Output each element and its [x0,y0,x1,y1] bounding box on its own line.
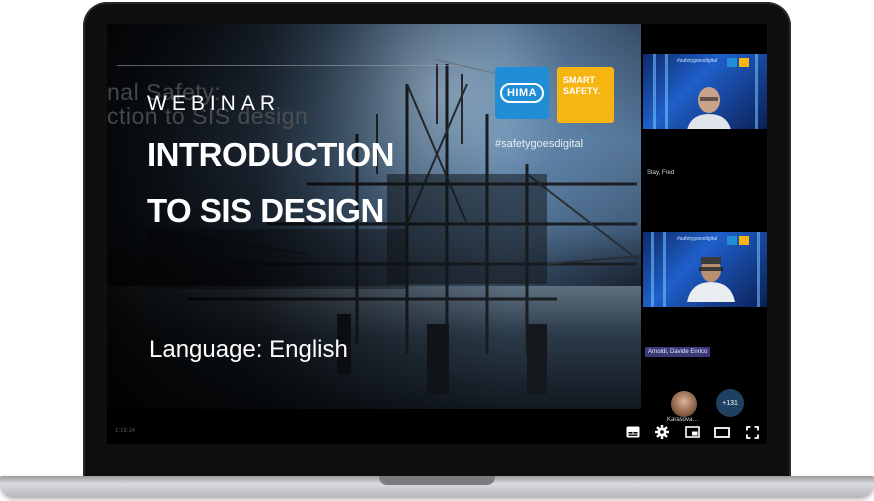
gear-icon [655,425,669,439]
title-line1: INTRODUCTION [147,136,394,173]
participant-name-2: Arnoldi, Davide Enrico [645,347,711,357]
more-participants-badge[interactable]: +131 [716,389,744,417]
title-line2: TO SIS DESIGN [147,192,384,229]
hima-logo: HIMA [495,67,549,119]
smart-logo-line2: SAFETY. [563,86,601,96]
mini-hima-logo-2 [727,236,737,245]
miniplayer-button[interactable] [683,423,701,441]
fullscreen-icon [745,425,759,439]
language-label: Language: English [149,336,348,363]
smart-logo-line1: SMART [563,75,595,85]
settings-button[interactable] [653,423,671,441]
tile-hashtag: #safetygoesdigital [677,58,718,64]
participant-avatar-1 [687,87,731,129]
slide-divider [117,65,460,66]
theater-mode-icon [714,426,730,438]
mini-hima-logo [727,58,737,67]
subtitles-button[interactable] [624,423,642,441]
video-player[interactable]: nal Safety: ction to SIS design WEBINAR … [107,24,767,444]
hima-logo-text: HIMA [499,83,545,103]
participant-video-1[interactable]: #safetygoesdigital [643,54,767,129]
mini-smart-logo-2 [739,236,749,245]
hashtag: #safetygoesdigital [495,138,584,150]
player-controls [107,420,767,444]
participant-video-2[interactable]: #safetygoesdigital [643,232,767,307]
theater-mode-button[interactable] [713,423,731,441]
participant-name-1: Stay, Fred [647,170,675,176]
participant-avatar-2 [687,257,735,302]
subtitles-icon [626,426,640,438]
webinar-label: WEBINAR [147,92,281,115]
smart-safety-logo: SMART SAFETY. [557,67,614,123]
webinar-slide: nal Safety: ction to SIS design WEBINAR … [107,24,641,409]
participant-avatar-small[interactable] [671,391,697,417]
tile-hashtag-2: #safetygoesdigital [677,236,718,242]
mini-smart-logo [739,58,749,67]
fullscreen-button[interactable] [743,423,761,441]
miniplayer-icon [684,426,700,438]
laptop-notch [379,476,495,485]
